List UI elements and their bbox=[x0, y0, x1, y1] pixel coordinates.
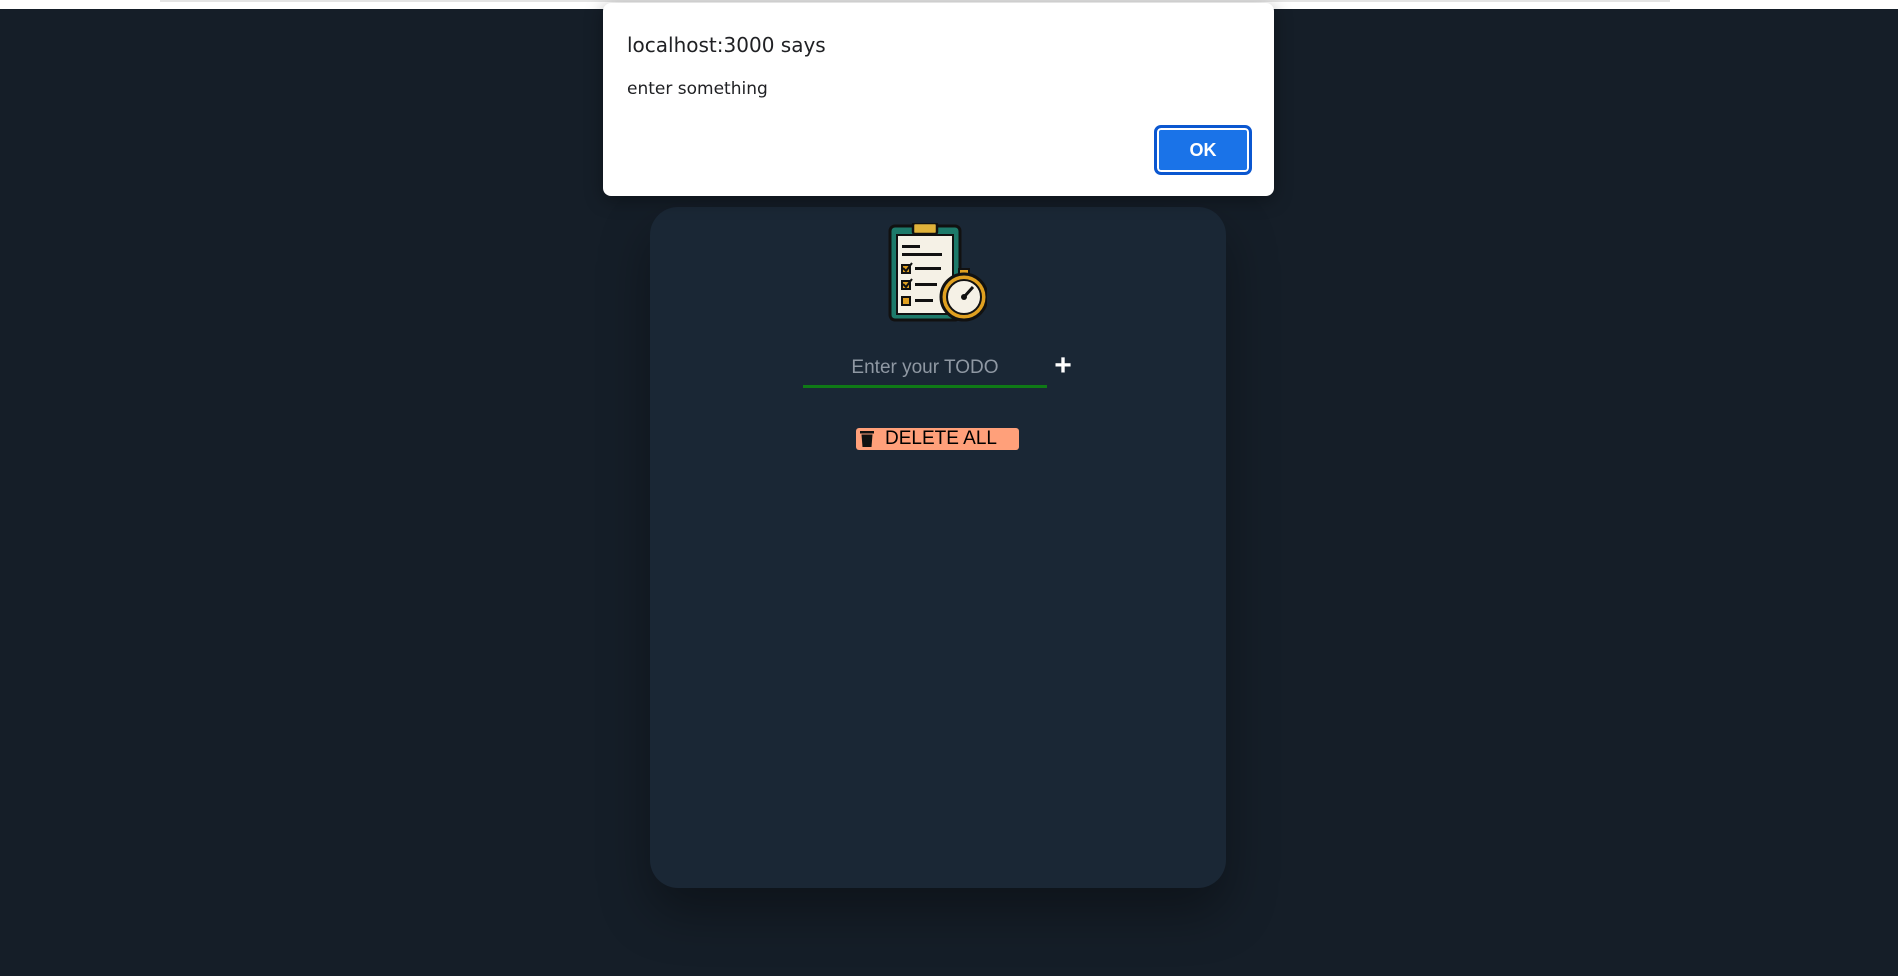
clipboard-stopwatch-icon bbox=[888, 223, 987, 322]
trash-icon bbox=[860, 431, 874, 447]
dialog-title: localhost:3000 says bbox=[627, 33, 826, 57]
plus-icon: + bbox=[1054, 349, 1072, 382]
alert-dialog: localhost:3000 says enter something OK bbox=[603, 3, 1274, 196]
delete-all-button[interactable]: DELETE ALL bbox=[856, 428, 1019, 450]
todo-input-underline bbox=[803, 353, 1047, 388]
ok-button[interactable]: OK bbox=[1154, 125, 1252, 175]
browser-top-divider bbox=[160, 0, 1670, 2]
todo-input[interactable] bbox=[803, 353, 1047, 383]
delete-all-label: DELETE ALL bbox=[885, 428, 997, 449]
dialog-message: enter something bbox=[627, 79, 768, 99]
add-todo-button[interactable]: + bbox=[1052, 351, 1074, 381]
